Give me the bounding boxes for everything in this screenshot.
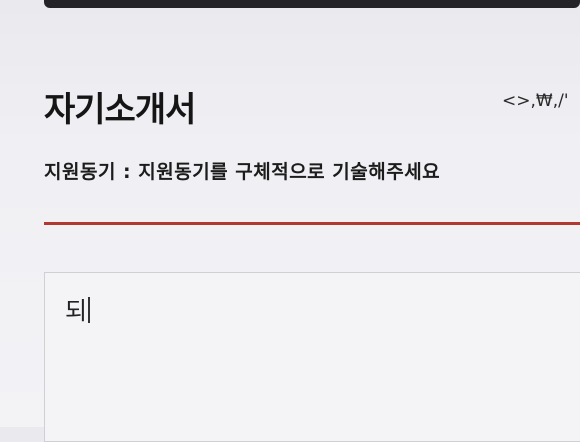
question-label: 지원동기 : 지원동기를 구체적으로 기술해주세요 [44, 161, 441, 183]
page-title: 자기소개서 [44, 90, 196, 130]
restricted-characters-hint: <>,₩,/' [502, 91, 569, 111]
section-divider [44, 222, 580, 225]
answer-textarea[interactable]: 되 [44, 272, 580, 442]
text-caret [88, 297, 91, 323]
answer-text-wrapper: 되 [65, 291, 91, 326]
top-header-bar [44, 0, 580, 8]
answer-value: 되 [65, 297, 88, 325]
